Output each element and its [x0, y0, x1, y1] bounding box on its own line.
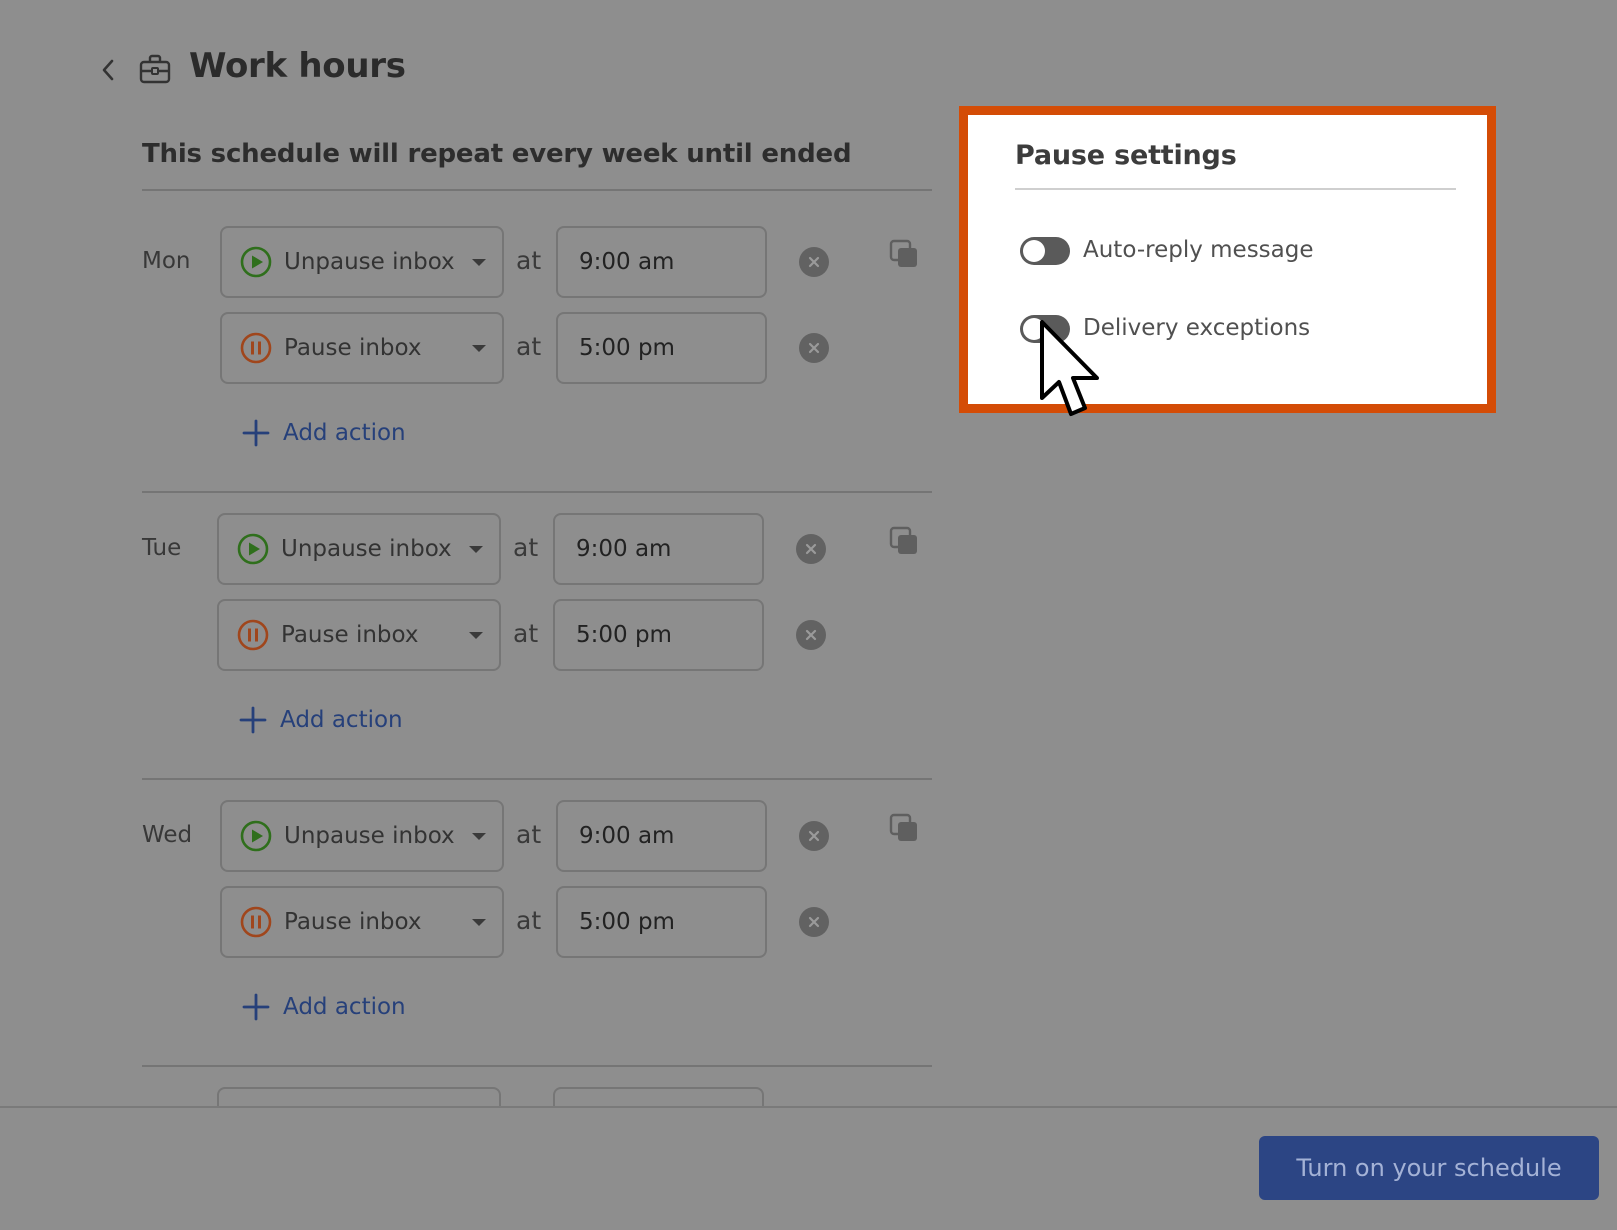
action-select-value: Unpause inbox: [281, 536, 452, 562]
time-input[interactable]: 9:00 am: [553, 513, 764, 585]
day-label: Wed: [142, 822, 193, 848]
time-input[interactable]: 5:00 pm: [556, 312, 767, 384]
at-label: at: [516, 906, 542, 935]
plus-icon: [242, 419, 270, 447]
action-select[interactable]: Unpause inbox: [217, 513, 501, 585]
play-circle-icon: [240, 246, 272, 278]
toggle-knob: [1023, 318, 1045, 340]
caret-down-icon: [469, 632, 483, 639]
close-icon: [808, 256, 820, 268]
caret-down-icon: [472, 919, 486, 926]
remove-action-button[interactable]: [796, 620, 826, 650]
plus-icon: [242, 993, 270, 1021]
at-label: at: [516, 332, 542, 361]
action-select[interactable]: Pause inbox: [220, 886, 504, 958]
time-input[interactable]: 5:00 pm: [556, 886, 767, 958]
action-select-value: Pause inbox: [284, 335, 422, 361]
pause-circle-icon: [240, 906, 272, 938]
time-input[interactable]: 9:00 am: [556, 800, 767, 872]
day-label: Tue: [142, 535, 182, 561]
caret-down-icon: [472, 833, 486, 840]
close-icon: [805, 629, 817, 641]
remove-action-button[interactable]: [799, 247, 829, 277]
remove-action-button[interactable]: [799, 821, 829, 851]
action-select[interactable]: Pause inbox: [220, 312, 504, 384]
copy-icon[interactable]: [888, 525, 920, 557]
caret-down-icon: [469, 546, 483, 553]
turn-on-schedule-button[interactable]: Turn on your schedule: [1259, 1136, 1599, 1200]
action-select[interactable]: Unpause inbox: [220, 226, 504, 298]
close-icon: [808, 830, 820, 842]
briefcase-icon: [139, 54, 171, 84]
page-title: Work hours: [189, 46, 406, 86]
auto-reply-label: Auto-reply message: [1083, 237, 1314, 263]
copy-icon[interactable]: [888, 238, 920, 270]
at-label: at: [516, 820, 542, 849]
at-label: at: [513, 533, 539, 562]
time-input[interactable]: 9:00 am: [556, 226, 767, 298]
add-action-button[interactable]: Add action: [242, 993, 406, 1021]
divider: [1015, 188, 1456, 190]
action-select[interactable]: Unpause inbox: [220, 800, 504, 872]
remove-action-button[interactable]: [799, 907, 829, 937]
action-select-value: Unpause inbox: [284, 823, 455, 849]
plus-icon: [239, 706, 267, 734]
caret-down-icon: [472, 259, 486, 266]
back-button[interactable]: [94, 52, 122, 88]
caret-down-icon: [472, 345, 486, 352]
toggle-knob: [1023, 240, 1045, 262]
action-select-value: Unpause inbox: [284, 249, 455, 275]
add-action-label: Add action: [283, 994, 406, 1020]
delivery-exceptions-toggle[interactable]: [1020, 315, 1070, 343]
add-action-label: Add action: [280, 707, 403, 733]
action-select[interactable]: Pause inbox: [217, 599, 501, 671]
copy-icon[interactable]: [888, 812, 920, 844]
pause-circle-icon: [237, 619, 269, 651]
close-icon: [808, 916, 820, 928]
divider: [142, 189, 932, 191]
time-input[interactable]: 5:00 pm: [553, 599, 764, 671]
at-label: at: [513, 619, 539, 648]
at-label: at: [516, 246, 542, 275]
action-select-value: Pause inbox: [281, 622, 419, 648]
divider: [142, 491, 932, 493]
add-action-label: Add action: [283, 420, 406, 446]
close-icon: [805, 543, 817, 555]
action-select-value: Pause inbox: [284, 909, 422, 935]
day-label: Mon: [142, 248, 191, 274]
add-action-button[interactable]: Add action: [242, 419, 406, 447]
remove-action-button[interactable]: [796, 534, 826, 564]
remove-action-button[interactable]: [799, 333, 829, 363]
close-icon: [808, 342, 820, 354]
pause-settings-title: Pause settings: [1015, 140, 1237, 171]
add-action-button[interactable]: Add action: [239, 706, 403, 734]
delivery-exceptions-label: Delivery exceptions: [1083, 315, 1311, 341]
divider: [142, 1065, 932, 1067]
chevron-left-icon: [102, 59, 114, 81]
schedule-subtitle: This schedule will repeat every week unt…: [142, 139, 852, 169]
divider: [142, 778, 932, 780]
auto-reply-toggle[interactable]: [1020, 237, 1070, 265]
play-circle-icon: [240, 820, 272, 852]
play-circle-icon: [237, 533, 269, 565]
pause-circle-icon: [240, 332, 272, 364]
